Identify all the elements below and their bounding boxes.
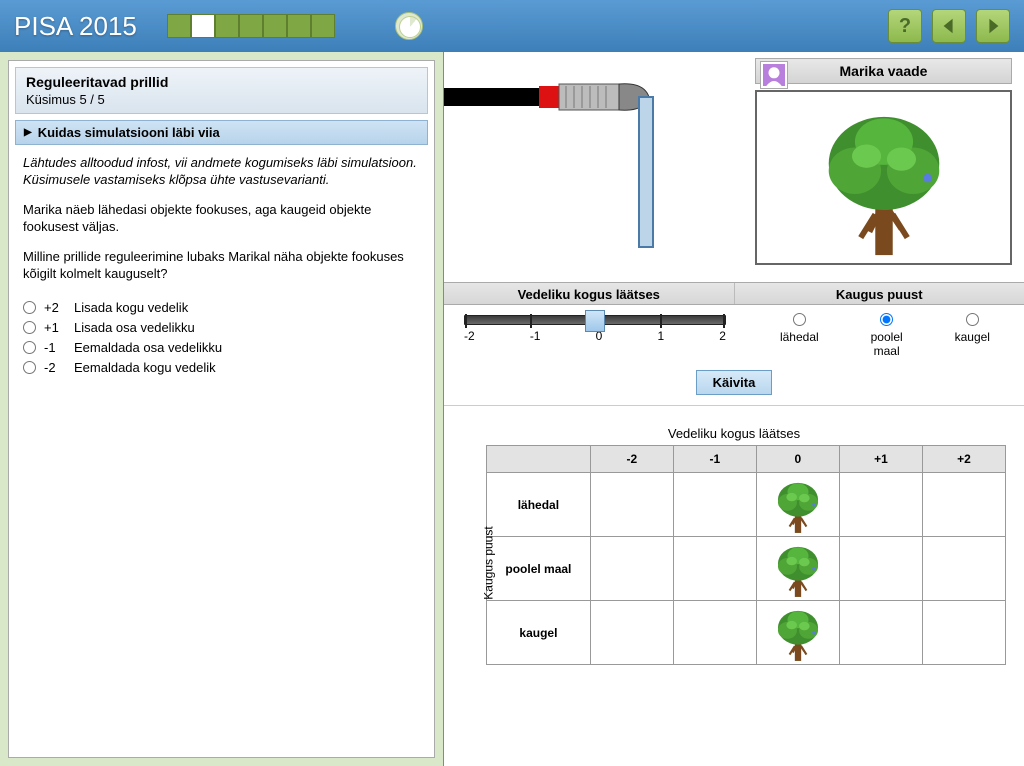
answer-option[interactable]: -2 Eemaldada kogu vedelik: [23, 360, 420, 375]
simulation-panel: Marika vaade Vedeliku kogus läätses Kaug…: [443, 52, 1024, 766]
table-col-header: +1: [839, 446, 922, 473]
option-text: Eemaldada osa vedelikku: [74, 340, 222, 355]
table-row-header: poolel maal: [487, 537, 591, 601]
distance-label: poolelmaal: [871, 330, 903, 358]
table-row-header: kaugel: [487, 601, 591, 665]
table-cell: [922, 537, 1005, 601]
table-row: kaugel: [487, 601, 1006, 665]
instruction-text: Lähtudes alltoodud infost, vii andmete k…: [9, 155, 434, 201]
table-cell: [590, 537, 673, 601]
fluid-slider[interactable]: -2-1012: [444, 305, 746, 362]
distance-heading: Kaugus puust: [734, 283, 1024, 304]
accordion-label: Kuidas simulatsiooni läbi viia: [38, 125, 220, 140]
table-cell: [839, 537, 922, 601]
table-cell: [756, 601, 839, 665]
view-title: Marika vaade: [840, 63, 928, 79]
progress-box[interactable]: [263, 14, 287, 38]
answer-option[interactable]: -1 Eemaldada osa vedelikku: [23, 340, 420, 355]
slider-tick: 2: [719, 329, 726, 343]
question-title: Reguleeritavad prillid: [26, 74, 417, 90]
distance-radio[interactable]: [880, 313, 893, 326]
table-cell: [590, 473, 673, 537]
distance-option[interactable]: kaugel: [955, 313, 990, 358]
avatar: [760, 61, 788, 89]
table-col-header: -1: [673, 446, 756, 473]
progress-indicator: [167, 14, 335, 38]
progress-box[interactable]: [287, 14, 311, 38]
progress-box[interactable]: [167, 14, 191, 38]
answer-option[interactable]: +2 Lisada kogu vedelik: [23, 300, 420, 315]
table-col-header: -2: [590, 446, 673, 473]
option-num: +2: [44, 300, 66, 315]
answer-radio[interactable]: [23, 321, 36, 334]
run-button[interactable]: Käivita: [696, 370, 773, 395]
question-panel: Reguleeritavad prillid Küsimus 5 / 5 ▶ K…: [0, 52, 443, 766]
chevron-right-icon: ▶: [24, 127, 32, 138]
table-y-axis: Kaugus puust: [482, 526, 496, 599]
table-col-header: 0: [756, 446, 839, 473]
table-row: lähedal: [487, 473, 1006, 537]
answer-radio[interactable]: [23, 341, 36, 354]
question-subtitle: Küsimus 5 / 5: [26, 92, 417, 107]
table-row: poolel maal: [487, 537, 1006, 601]
table-cell: [756, 473, 839, 537]
app-header: PISA 2015 ?: [0, 0, 1024, 52]
progress-box[interactable]: [215, 14, 239, 38]
option-text: Lisada kogu vedelik: [74, 300, 188, 315]
answer-radio[interactable]: [23, 361, 36, 374]
table-cell: [673, 537, 756, 601]
accordion-instructions[interactable]: ▶ Kuidas simulatsiooni läbi viia: [15, 120, 428, 145]
table-cell: [673, 601, 756, 665]
app-logo: PISA 2015: [14, 11, 137, 42]
next-button[interactable]: [976, 9, 1010, 43]
table-cell: [922, 473, 1005, 537]
table-cell: [756, 537, 839, 601]
option-num: -1: [44, 340, 66, 355]
table-cell: [590, 601, 673, 665]
option-num: +1: [44, 320, 66, 335]
table-cell: [839, 473, 922, 537]
progress-box[interactable]: [191, 14, 215, 38]
option-num: -2: [44, 360, 66, 375]
table-cell: [673, 473, 756, 537]
slider-tick: 1: [657, 329, 664, 343]
distance-label: lähedal: [780, 330, 819, 344]
table-row-header: lähedal: [487, 473, 591, 537]
slider-heading: Vedeliku kogus läätses: [444, 283, 734, 304]
results-area: Kaugus puust Vedeliku kogus läätses -2-1…: [444, 406, 1024, 677]
distance-option[interactable]: poolelmaal: [871, 313, 903, 358]
slider-thumb[interactable]: [585, 310, 605, 332]
device-illustration: [444, 52, 749, 282]
answer-options: +2 Lisada kogu vedelik +1 Lisada osa ved…: [9, 295, 434, 380]
question-para2: Milline prillide reguleerimine lubaks Ma…: [9, 248, 434, 295]
distance-option[interactable]: lähedal: [780, 313, 819, 358]
question-header: Reguleeritavad prillid Küsimus 5 / 5: [15, 67, 428, 114]
slider-tick: -2: [464, 329, 475, 343]
distance-label: kaugel: [955, 330, 990, 344]
table-header-row: -2-10+1+2: [487, 446, 1006, 473]
table-col-header: +2: [922, 446, 1005, 473]
view-header: Marika vaade: [755, 58, 1012, 84]
table-cell: [922, 601, 1005, 665]
table-title: Vedeliku kogus läätses: [456, 426, 1012, 441]
distance-radios: lähedal poolelmaal kaugel: [746, 305, 1024, 362]
view-display: [755, 90, 1012, 265]
results-table: -2-10+1+2 lähedalpoolel maalkaugel: [486, 445, 1006, 665]
option-text: Lisada osa vedelikku: [74, 320, 195, 335]
answer-option[interactable]: +1 Lisada osa vedelikku: [23, 320, 420, 335]
answer-radio[interactable]: [23, 301, 36, 314]
progress-box[interactable]: [311, 14, 335, 38]
distance-radio[interactable]: [966, 313, 979, 326]
question-para1: Marika näeb lähedasi objekte fookuses, a…: [9, 201, 434, 248]
distance-radio[interactable]: [793, 313, 806, 326]
help-button[interactable]: ?: [888, 9, 922, 43]
option-text: Eemaldada kogu vedelik: [74, 360, 216, 375]
progress-box[interactable]: [239, 14, 263, 38]
prev-button[interactable]: [932, 9, 966, 43]
table-cell: [839, 601, 922, 665]
timer-icon[interactable]: [395, 12, 423, 40]
slider-tick: -1: [530, 329, 541, 343]
